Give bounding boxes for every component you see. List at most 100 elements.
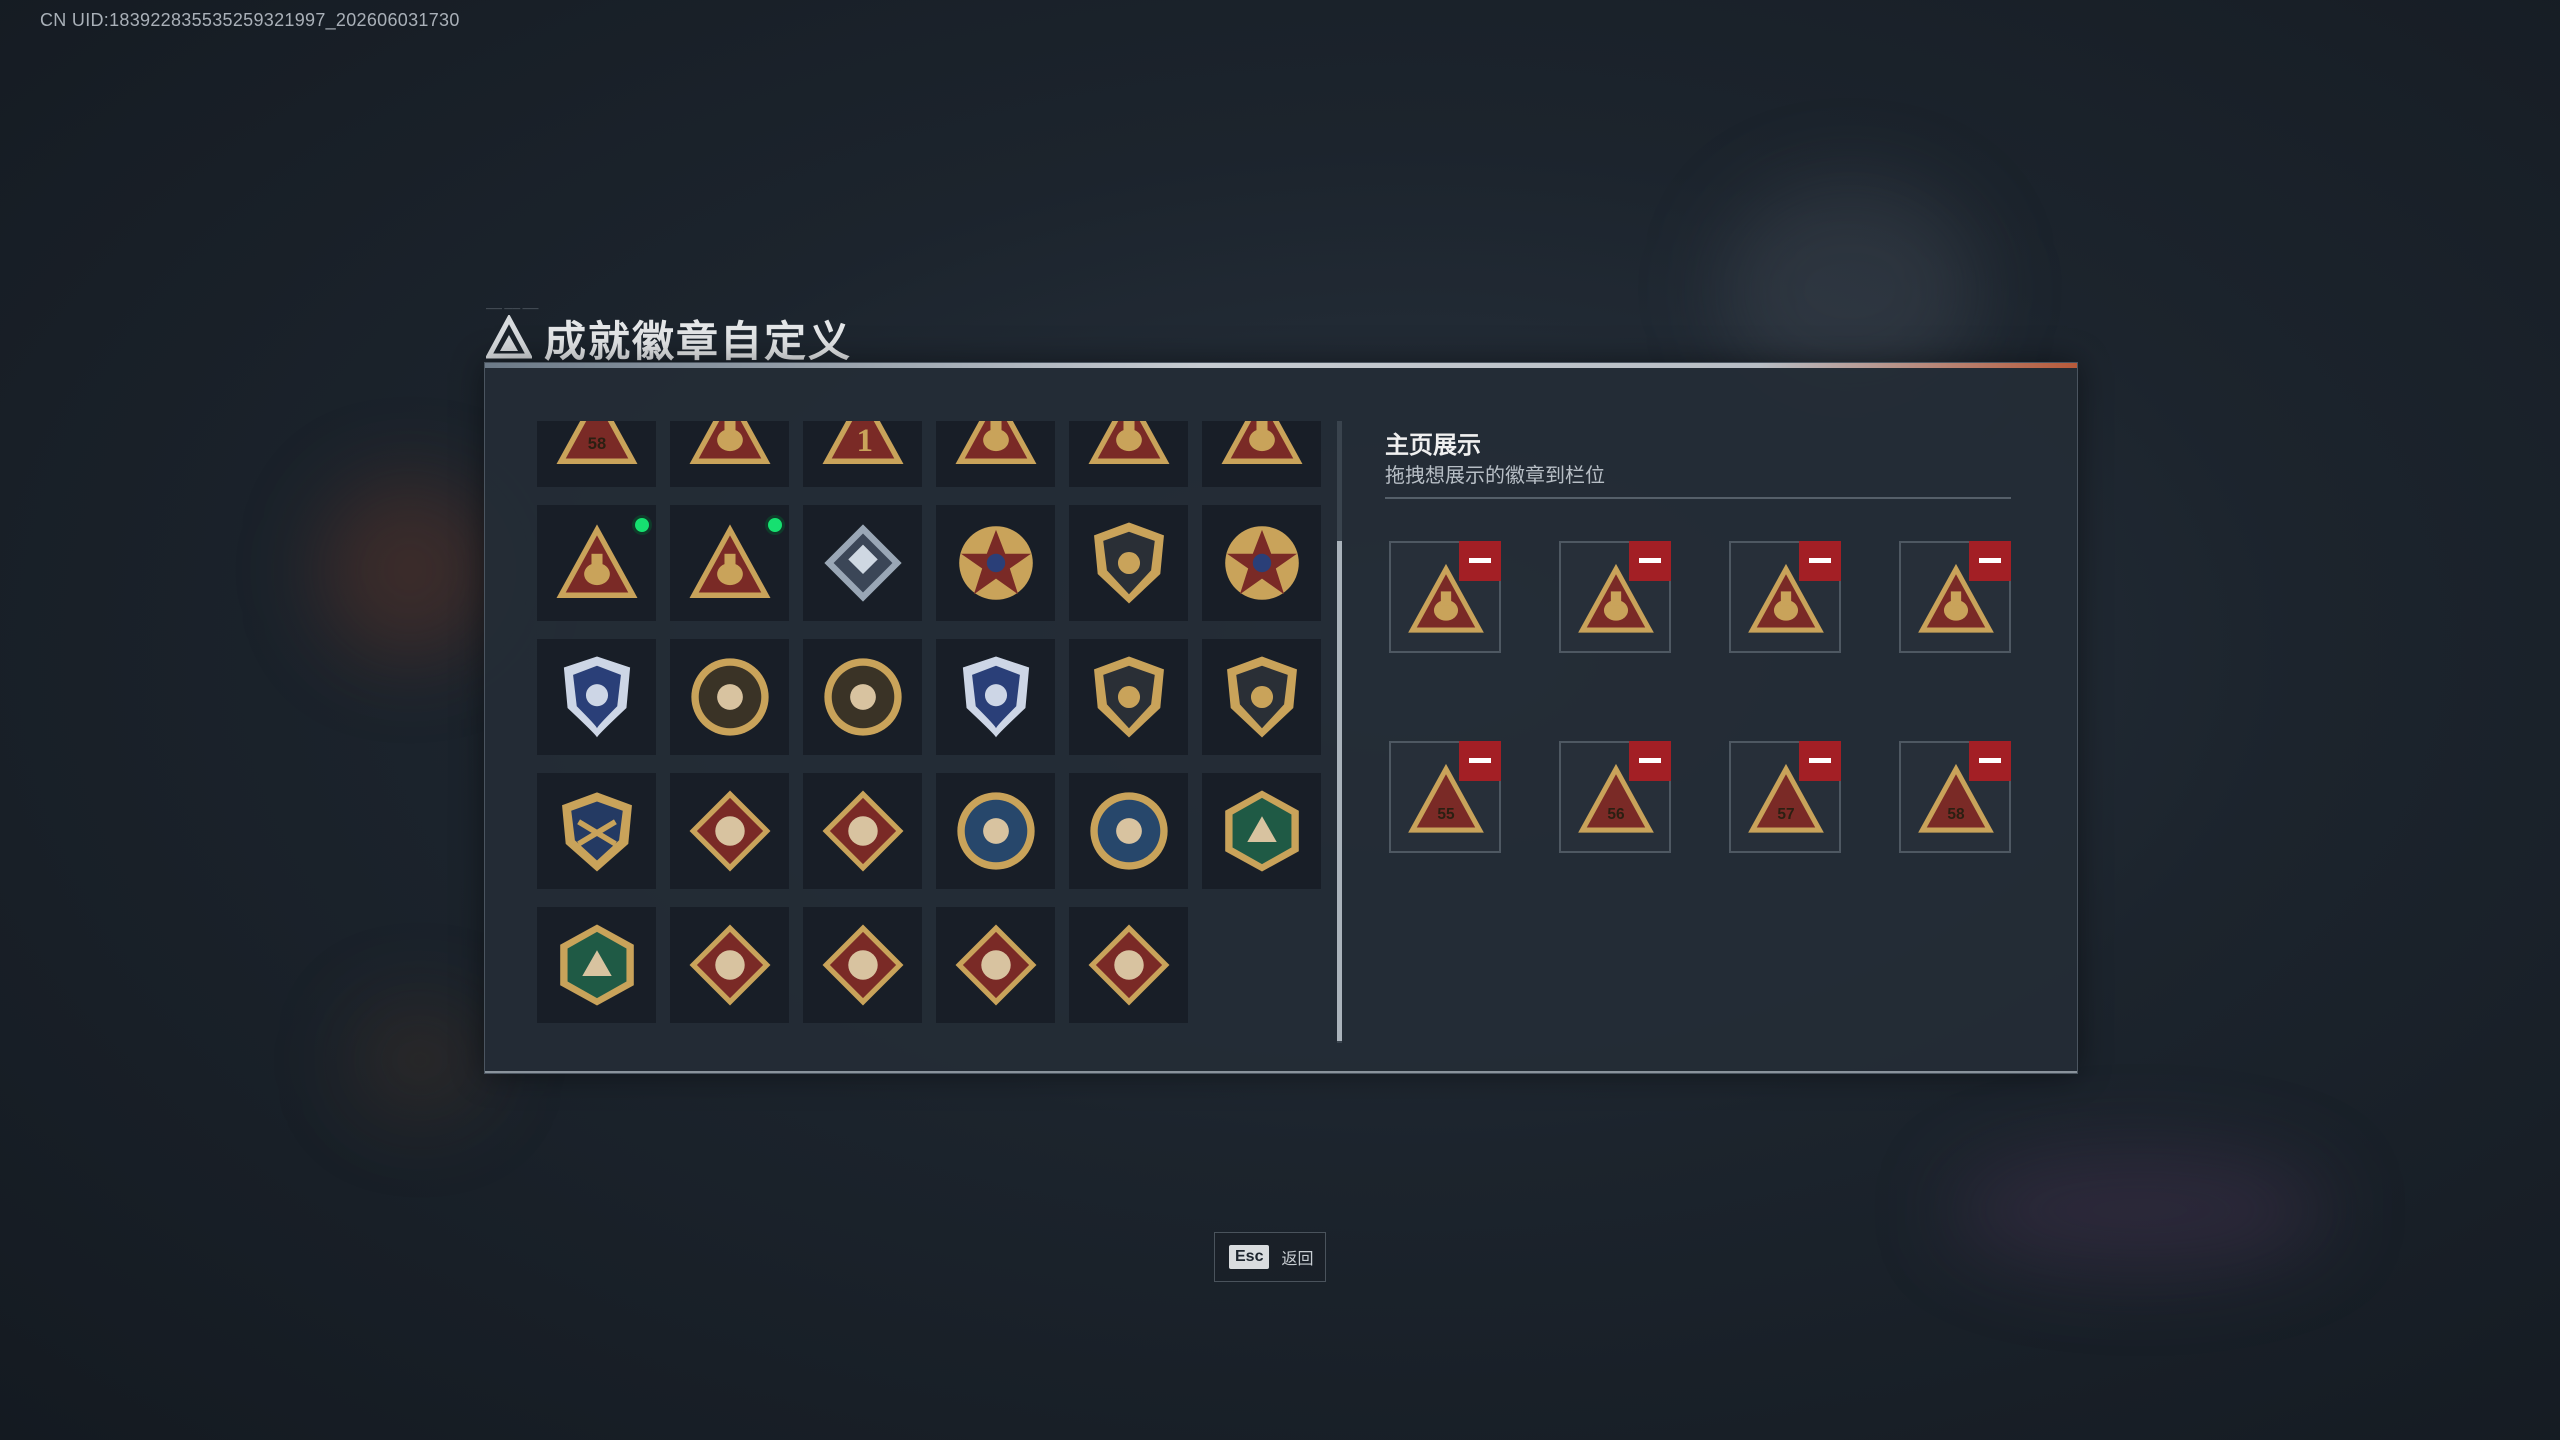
badge-cell[interactable] (803, 773, 922, 889)
display-slot[interactable]: 57 (1729, 741, 1841, 853)
display-slot[interactable]: 58 (1899, 741, 2011, 853)
star-shield-medal-icon (1225, 526, 1299, 600)
badge-cell[interactable] (537, 773, 656, 889)
badge-cell[interactable] (1202, 505, 1321, 621)
page-title: 成就徽章自定义 (544, 317, 853, 365)
badge-grid-scrollbar[interactable] (1337, 421, 1342, 1043)
page-header: 成就徽章自定义 (486, 310, 852, 366)
badge-cell[interactable] (537, 505, 656, 621)
badge-cell[interactable] (1069, 505, 1188, 621)
minus-icon (1809, 558, 1831, 563)
background-glow (320, 480, 500, 660)
round-eagle-badge-alt-icon (1090, 792, 1168, 870)
diamond-wolf-badge-icon (689, 790, 771, 872)
panel-top-accent (485, 363, 2077, 368)
badge-cell[interactable] (670, 773, 789, 889)
remove-badge-button[interactable] (1459, 741, 1501, 781)
hexagon-drill-badge-icon (560, 924, 634, 1006)
shield-rifle-badge-icon (1094, 656, 1164, 738)
svg-text:58: 58 (588, 434, 606, 453)
blue-wreath-crossed-guns-icon (962, 656, 1030, 738)
badge-cell[interactable] (1069, 907, 1188, 1023)
shield-target-badge-icon (1227, 656, 1297, 738)
display-section-divider (1385, 497, 2011, 499)
round-badge-crosshair-icon (824, 658, 902, 736)
badge-cell[interactable] (936, 421, 1055, 487)
badge-cell[interactable] (670, 907, 789, 1023)
triangle-badge-58-icon: 58 (556, 421, 638, 464)
display-slot[interactable] (1729, 541, 1841, 653)
badge-cell[interactable] (1069, 773, 1188, 889)
display-slot[interactable]: 55 (1389, 741, 1501, 853)
shield-emblem-badge-icon (1094, 522, 1164, 604)
display-slot[interactable] (1899, 541, 2011, 653)
remove-badge-button[interactable] (1799, 541, 1841, 581)
display-slot[interactable] (1389, 541, 1501, 653)
badge-cell[interactable] (803, 639, 922, 755)
diamond-runner-badge-icon (822, 924, 904, 1006)
minus-icon (1979, 758, 2001, 763)
uid-label: CN UID:183922835535259321997_20260603173… (40, 10, 460, 30)
scrollbar-thumb[interactable] (1337, 541, 1342, 1041)
badge-cell[interactable] (803, 505, 922, 621)
remove-badge-button[interactable] (1629, 541, 1671, 581)
remove-badge-button[interactable] (1969, 541, 2011, 581)
triangle-badge-egg-icon (689, 421, 771, 464)
minus-icon (1639, 558, 1661, 563)
badge-cell[interactable] (803, 907, 922, 1023)
triangle-badge-rocket-icon (689, 524, 771, 598)
star-medal-badge-icon (959, 526, 1033, 600)
hexagon-wasp-badge-icon (1225, 790, 1299, 872)
badge-cell[interactable] (670, 421, 789, 487)
triangle-badge-soldier-icon (1088, 421, 1170, 464)
minus-icon (1469, 558, 1491, 563)
svg-text:57: 57 (1777, 806, 1794, 823)
badge-cell[interactable] (1069, 421, 1188, 487)
back-button[interactable]: Esc 返回 (1214, 1232, 1326, 1282)
badge-cell[interactable] (1202, 773, 1321, 889)
badge-cell[interactable] (936, 639, 1055, 755)
remove-badge-button[interactable] (1629, 741, 1671, 781)
display-section-subtitle: 拖拽想展示的徽章到栏位 (1385, 465, 1605, 487)
minus-icon (1469, 758, 1491, 763)
blue-shield-crest-icon (563, 656, 631, 738)
badge-cell[interactable] (670, 639, 789, 755)
round-badge-ring-icon (691, 658, 769, 736)
triangle-badge-number-one-icon: 1 (822, 421, 904, 464)
new-indicator-dot (632, 515, 652, 535)
badge-cell[interactable]: 1 (803, 421, 922, 487)
background-glow (1950, 1150, 2330, 1270)
badge-cell[interactable] (1202, 421, 1321, 487)
gold-crest-crossed-arms-icon (562, 792, 632, 872)
badge-cell[interactable] (537, 639, 656, 755)
triangle-badge-tower-icon (955, 421, 1037, 464)
diamond-weapon-badge-icon (1088, 924, 1170, 1006)
minus-icon (1809, 758, 1831, 763)
badge-cell[interactable] (936, 907, 1055, 1023)
minus-icon (1979, 558, 2001, 563)
svg-text:56: 56 (1607, 806, 1625, 823)
badge-collection-grid: 58 1 (537, 421, 1337, 1041)
badge-cell[interactable] (936, 505, 1055, 621)
badge-cell[interactable]: 58 (537, 421, 656, 487)
badge-cell[interactable] (670, 505, 789, 621)
delta-logo-icon (486, 315, 532, 359)
esc-key-icon: Esc (1229, 1245, 1270, 1269)
svg-text:1: 1 (857, 422, 874, 459)
remove-badge-button[interactable] (1969, 741, 2011, 781)
badge-cell[interactable] (1202, 639, 1321, 755)
badge-cell[interactable] (936, 773, 1055, 889)
badge-cell[interactable] (537, 907, 656, 1023)
remove-badge-button[interactable] (1459, 541, 1501, 581)
remove-badge-button[interactable] (1799, 741, 1841, 781)
badge-cell[interactable] (1069, 639, 1188, 755)
diamond-dragon-badge-icon (689, 924, 771, 1006)
panel-bottom-line (485, 1071, 2077, 1073)
background-glow (350, 1000, 490, 1120)
svg-text:58: 58 (1947, 806, 1965, 823)
triangle-badge-figure-icon (556, 524, 638, 598)
display-slot[interactable]: 56 (1559, 741, 1671, 853)
diamond-crystal-badge-icon (824, 524, 902, 602)
svg-text:55: 55 (1437, 806, 1455, 823)
display-slot[interactable] (1559, 541, 1671, 653)
